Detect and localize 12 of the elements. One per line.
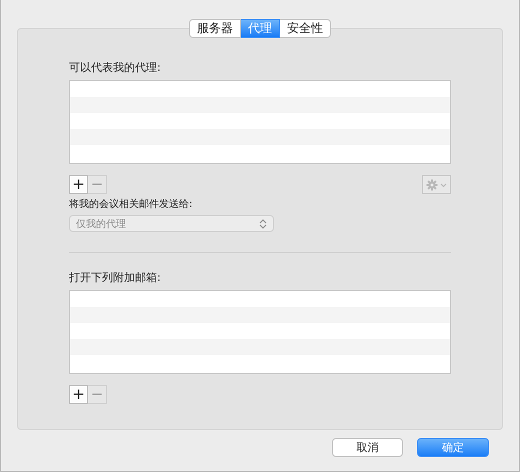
section-label: 可以代表我的代理:	[69, 60, 162, 75]
up-down-chevron-icon	[259, 218, 267, 228]
delegates-list[interactable]	[69, 80, 451, 164]
add-button[interactable]: +	[69, 385, 88, 404]
gear-icon	[426, 178, 448, 190]
cancel-button[interactable]: 取消	[332, 438, 403, 457]
mailboxes-list[interactable]	[69, 290, 451, 374]
add-button[interactable]: +	[69, 175, 88, 194]
forward-label: 将我的会议相关邮件发送给:	[69, 198, 194, 211]
tab[interactable]: 安全性	[280, 19, 331, 38]
section-label: 打开下列附加邮箱:	[69, 270, 162, 285]
tab[interactable]: 服务器	[189, 19, 241, 38]
